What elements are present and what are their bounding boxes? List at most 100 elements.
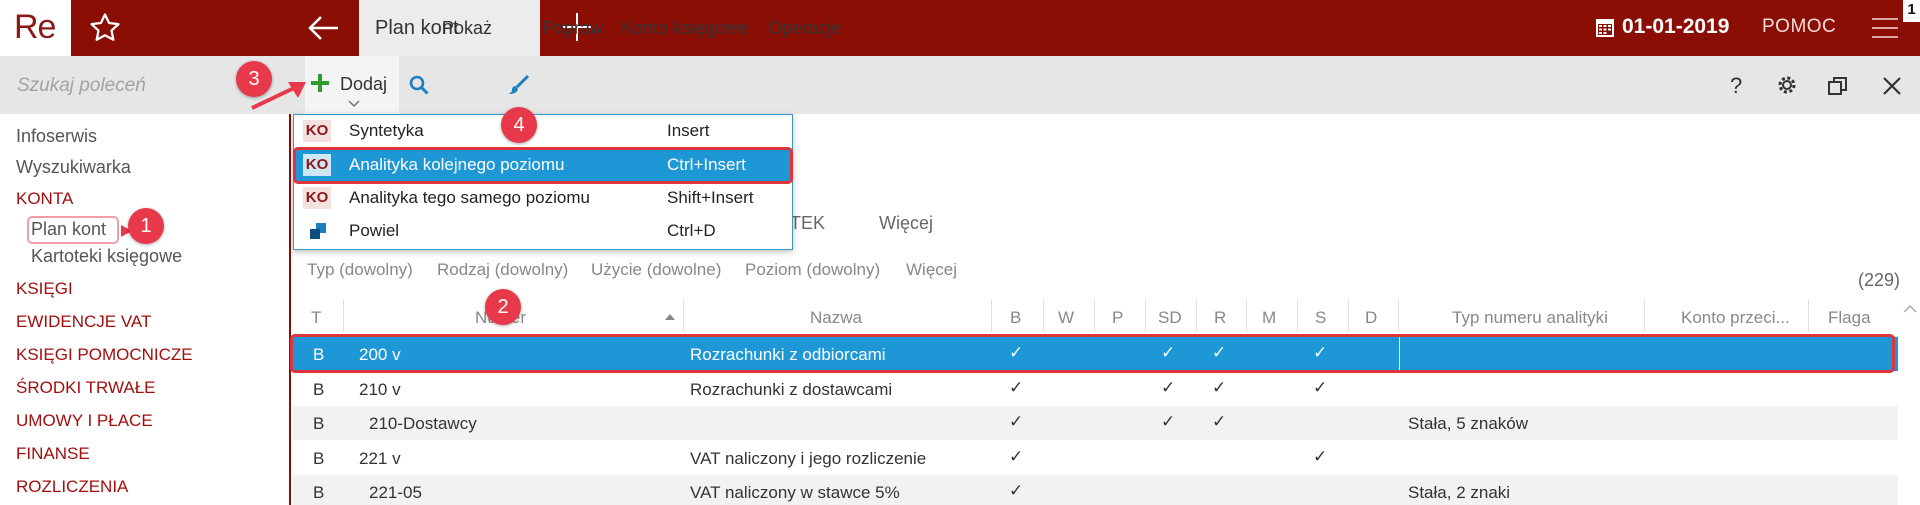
- scroll-up-icon[interactable]: [1903, 304, 1917, 314]
- check-icon: ✓: [1212, 412, 1227, 431]
- callout-1: 1: [128, 208, 164, 244]
- record-count: (229): [1858, 270, 1901, 290]
- cell-number: 210 v: [359, 380, 401, 399]
- sidebar-section-srodki-trwale[interactable]: ŚRODKI TRWAŁE: [16, 378, 156, 398]
- cell-name: VAT naliczony w stawce 5%: [690, 483, 900, 502]
- cell-t: B: [313, 380, 325, 399]
- col-separator: [1644, 300, 1645, 332]
- calendar-icon[interactable]: [1595, 16, 1615, 38]
- cell-t: B: [313, 483, 325, 502]
- menu-item-shortcut: Insert: [667, 121, 710, 140]
- window-number-badge: 1: [1903, 0, 1920, 22]
- sidebar-section-finanse[interactable]: FINANSE: [16, 444, 90, 464]
- check-icon: ✓: [1161, 412, 1176, 431]
- sidebar-item-infoserwis[interactable]: Infoserwis: [16, 126, 97, 147]
- filter-more[interactable]: Więcej: [906, 260, 957, 280]
- col-separator: [1196, 300, 1197, 332]
- filter-poziom[interactable]: Poziom (dowolny): [745, 260, 880, 280]
- search-icon[interactable]: [409, 75, 429, 95]
- check-icon: ✓: [1009, 378, 1024, 397]
- col-separator: [1297, 300, 1298, 332]
- table-row[interactable]: B 221 v VAT naliczony i jego rozliczenie…: [293, 441, 1898, 475]
- menu-item-syntetyka[interactable]: KO Syntetyka Insert: [295, 115, 791, 148]
- col-separator: [1094, 300, 1095, 332]
- cell-typ-numeru: Stała, 5 znaków: [1408, 414, 1529, 433]
- check-icon: ✓: [1009, 481, 1024, 500]
- menu-item-label: Powiel: [349, 221, 400, 240]
- col-header-r[interactable]: R: [1214, 308, 1226, 328]
- sidebar-section-ewidencje-vat[interactable]: EWIDENCJE VAT: [16, 312, 151, 332]
- duplicate-icon: [309, 222, 327, 240]
- sidebar-section-ksiegi-pomocnicze[interactable]: KSIĘGI POMOCNICZE: [16, 345, 193, 365]
- menu-item-powiel[interactable]: Powiel Ctrl+D: [295, 215, 791, 248]
- col-separator: [343, 300, 344, 332]
- col-header-t[interactable]: T: [311, 308, 321, 328]
- col-header-sd[interactable]: SD: [1158, 308, 1182, 328]
- sort-ascending-icon: [664, 313, 676, 321]
- highlight-menu-item: [293, 147, 793, 184]
- cell-number: 221 v: [359, 449, 401, 468]
- col-separator: [1808, 300, 1809, 332]
- callout-4: 4: [501, 107, 537, 143]
- col-header-p[interactable]: P: [1112, 308, 1123, 328]
- help-question-icon[interactable]: ?: [1730, 73, 1742, 99]
- col-header-name[interactable]: Nazwa: [810, 308, 862, 328]
- show-button[interactable]: Pokaż: [442, 18, 492, 39]
- hamburger-menu-icon[interactable]: [1870, 16, 1900, 40]
- app-logo[interactable]: Re: [0, 0, 71, 56]
- cell-number: 210-Dostawcy: [369, 414, 477, 433]
- tab-more[interactable]: Więcej: [879, 213, 933, 234]
- sidebar-section-ksiegi[interactable]: KSIĘGI: [16, 279, 73, 299]
- search-placeholder: Szukaj poleceń: [17, 75, 146, 96]
- edit-button[interactable]: Popraw: [542, 18, 603, 39]
- brush-icon[interactable]: [508, 74, 530, 96]
- col-header-s[interactable]: S: [1315, 308, 1326, 328]
- gear-icon[interactable]: [1775, 73, 1799, 97]
- menu-item-analityka-tego-samego-poziomu[interactable]: KO Analityka tego samego poziomu Shift+I…: [295, 182, 791, 215]
- table-row[interactable]: B 221-05 VAT naliczony w stawce 5% ✓ Sta…: [293, 475, 1898, 505]
- account-button[interactable]: Konto księgowe: [621, 18, 748, 39]
- plus-icon: [309, 72, 331, 94]
- filter-rodzaj[interactable]: Rodzaj (dowolny): [437, 260, 568, 280]
- sidebar-section-konta[interactable]: KONTA: [16, 189, 73, 209]
- operations-button[interactable]: Operacje: [768, 18, 841, 39]
- grid-header: [293, 298, 1898, 337]
- table-row[interactable]: B 210 v Rozrachunki z dostawcami ✓ ✓ ✓ ✓: [293, 372, 1898, 406]
- col-separator: [991, 300, 992, 332]
- filter-uzycie[interactable]: Użycie (dowolne): [591, 260, 721, 280]
- close-icon[interactable]: [1882, 76, 1902, 96]
- sidebar-item-wyszukiwarka[interactable]: Wyszukiwarka: [16, 157, 131, 178]
- add-button[interactable]: Dodaj: [305, 56, 399, 114]
- cell-t: B: [313, 414, 325, 433]
- favorite-star-icon[interactable]: [88, 11, 122, 45]
- restore-window-icon[interactable]: [1827, 75, 1849, 97]
- back-arrow-icon[interactable]: [306, 10, 342, 46]
- menu-item-shortcut: Ctrl+D: [667, 221, 716, 240]
- col-header-flaga[interactable]: Flaga: [1828, 308, 1871, 328]
- col-header-w[interactable]: W: [1058, 308, 1074, 328]
- working-date[interactable]: 01-01-2019: [1622, 15, 1729, 39]
- sidebar-item-kartoteki[interactable]: Kartoteki księgowe: [31, 246, 182, 267]
- check-icon: ✓: [1313, 447, 1328, 466]
- table-row[interactable]: B 210-Dostawcy ✓ ✓ ✓ Stała, 5 znaków: [293, 406, 1898, 440]
- sidebar-section-rozliczenia[interactable]: ROZLICZENIA: [16, 477, 128, 497]
- callout-2: 2: [485, 289, 521, 325]
- col-separator: [1145, 300, 1146, 332]
- menu-item-label: Syntetyka: [349, 121, 424, 140]
- highlight-plan-kont: [27, 216, 119, 244]
- help-link[interactable]: POMOC: [1762, 16, 1836, 38]
- col-header-typ-numeru[interactable]: Typ numeru analityki: [1452, 308, 1608, 328]
- menu-item-label: Analityka tego samego poziomu: [349, 188, 590, 207]
- check-icon: ✓: [1009, 447, 1024, 466]
- tab-kartoteki-partial[interactable]: TEK: [790, 213, 825, 234]
- filter-typ[interactable]: Typ (dowolny): [307, 260, 413, 280]
- toolbar: [291, 56, 1920, 114]
- check-icon: ✓: [1212, 378, 1227, 397]
- sidebar-section-umowy-i-place[interactable]: UMOWY I PŁACE: [16, 411, 153, 431]
- col-header-b[interactable]: B: [1010, 308, 1021, 328]
- menu-item-shortcut: Shift+Insert: [667, 188, 754, 207]
- col-header-d[interactable]: D: [1365, 308, 1377, 328]
- col-header-konto-przeciwstawne[interactable]: Konto przeci...: [1681, 308, 1790, 328]
- col-header-m[interactable]: M: [1262, 308, 1276, 328]
- check-icon: ✓: [1009, 412, 1024, 431]
